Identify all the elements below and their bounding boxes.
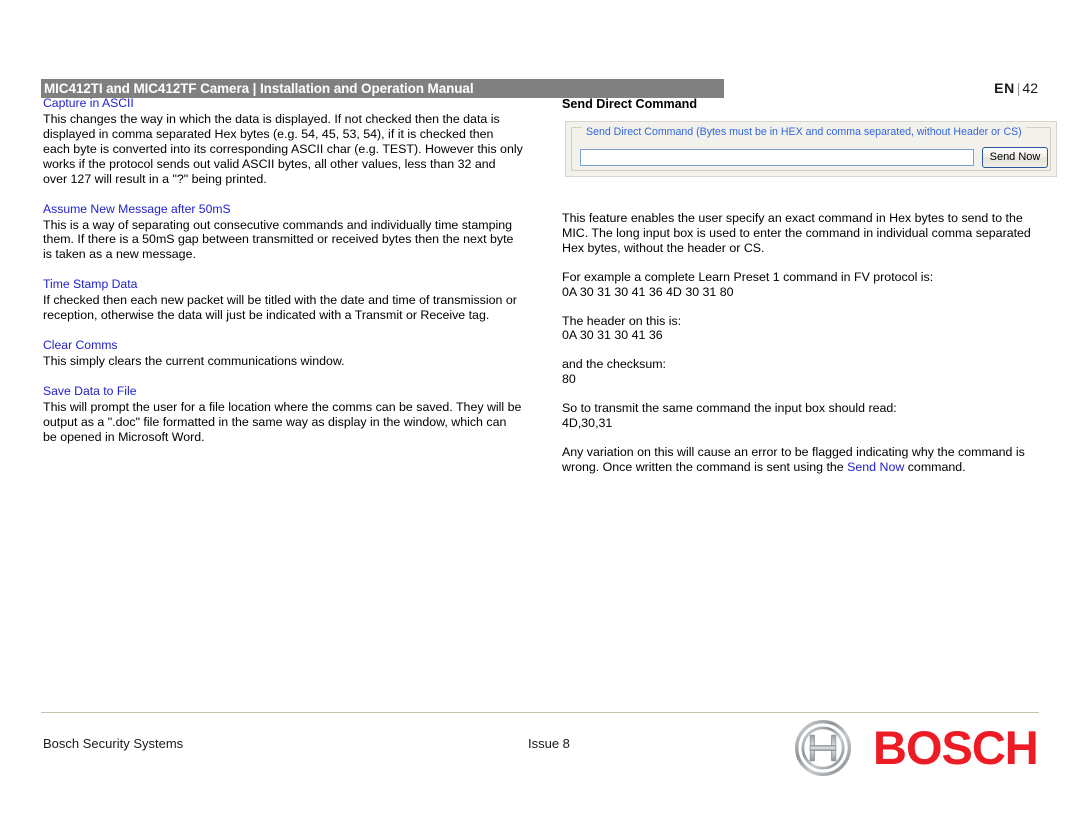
- section-body: This changes the way in which the data i…: [43, 112, 523, 186]
- right-column-body: This feature enables the user specify an…: [562, 211, 1042, 475]
- section-time-stamp-data: Time Stamp Data If checked then each new…: [43, 277, 523, 323]
- section-body: This simply clears the current communica…: [43, 354, 345, 369]
- input-box-value: 4D,30,31: [562, 416, 613, 431]
- left-content-column: Capture in ASCII This changes the way in…: [43, 96, 523, 460]
- section-heading: Clear Comms: [43, 338, 118, 353]
- section-assume-new-message: Assume New Message after 50mS This is a …: [43, 202, 523, 263]
- bosch-armature-icon: [795, 720, 851, 776]
- checksum-value: 80: [562, 372, 576, 387]
- send-direct-command-widget: Send Direct Command (Bytes must be in HE…: [565, 121, 1057, 177]
- send-now-inline-reference: Send Now: [847, 459, 905, 474]
- bosch-wordmark: BOSCH: [873, 721, 1039, 774]
- bosch-logo: BOSCH: [795, 718, 1040, 778]
- right-content-column: Send Direct Command: [562, 96, 1042, 112]
- section-capture-in-ascii: Capture in ASCII This changes the way in…: [43, 96, 523, 187]
- closing-paragraph: Any variation on this will cause an erro…: [562, 445, 1042, 475]
- header-label: The header on this is:: [562, 313, 682, 328]
- footer-company-name: Bosch Security Systems: [43, 736, 184, 751]
- example-hex-value: 0A 30 31 30 41 36 4D 30 31 80: [562, 284, 734, 299]
- send-now-button[interactable]: Send Now: [982, 147, 1048, 168]
- group-box-frame: Send Direct Command (Bytes must be in HE…: [571, 127, 1051, 171]
- checksum-label: and the checksum:: [562, 357, 667, 372]
- section-body: This will prompt the user for a file loc…: [43, 399, 522, 444]
- language-code: EN: [994, 80, 1015, 96]
- example-label: For example a complete Learn Preset 1 co…: [562, 269, 934, 284]
- section-clear-comms: Clear Comms This simply clears the curre…: [43, 338, 523, 369]
- page-number: 42: [1022, 80, 1038, 96]
- footer-divider: [41, 712, 1039, 713]
- group-box-legend: Send Direct Command (Bytes must be in HE…: [582, 127, 1026, 138]
- input-box-label: So to transmit the same command the inpu…: [562, 401, 897, 416]
- direct-command-input[interactable]: [580, 149, 974, 166]
- footer-issue: Issue 8: [528, 736, 570, 751]
- section-heading: Assume New Message after 50mS: [43, 201, 231, 216]
- section-heading: Time Stamp Data: [43, 277, 138, 292]
- document-page: MIC412TI and MIC412TF Camera | Installat…: [0, 0, 1080, 834]
- header-hex-value: 0A 30 31 30 41 36: [562, 328, 663, 343]
- page-header-language-and-number: EN | 42: [994, 80, 1038, 96]
- intro-paragraph: This feature enables the user specify an…: [562, 211, 1031, 255]
- send-direct-command-heading: Send Direct Command: [562, 97, 698, 111]
- section-save-data-to-file: Save Data to File This will prompt the u…: [43, 384, 523, 445]
- section-body: This is a way of separating out consecut…: [43, 217, 514, 262]
- section-heading: Capture in ASCII: [43, 96, 134, 110]
- closing-suffix: command.: [904, 459, 966, 474]
- section-heading: Save Data to File: [43, 383, 137, 398]
- section-body: If checked then each new packet will be …: [43, 293, 517, 323]
